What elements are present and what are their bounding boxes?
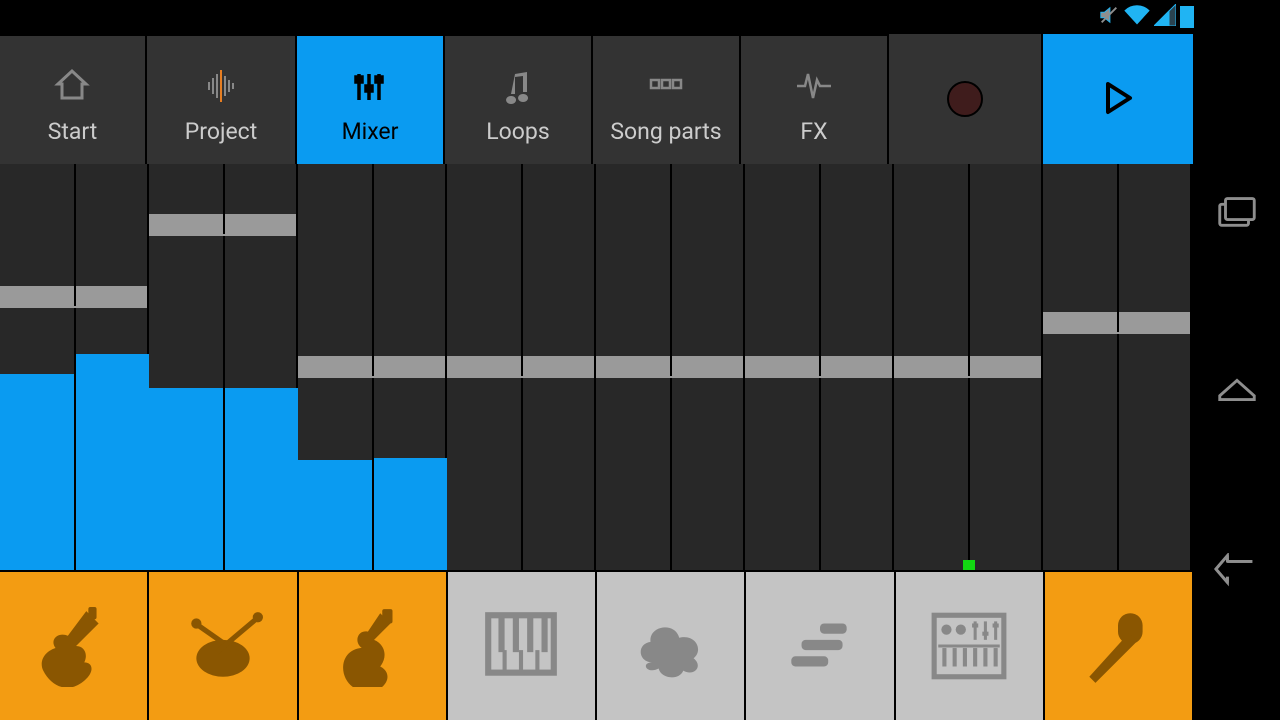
- fader-handle[interactable]: [894, 356, 1041, 378]
- mixer-track-1[interactable]: [0, 164, 149, 570]
- tab-mixer[interactable]: Mixer: [297, 34, 445, 164]
- tab-fx[interactable]: FX: [741, 34, 889, 164]
- instrument-cloud[interactable]: [597, 570, 746, 720]
- recent-apps-button[interactable]: [1213, 190, 1261, 230]
- synth-icon: [928, 605, 1010, 687]
- home-icon: [54, 56, 92, 116]
- record-icon: [947, 81, 983, 117]
- tab-label: Song parts: [610, 118, 721, 145]
- electric-guitar-icon: [33, 605, 115, 687]
- fader-handle[interactable]: [149, 214, 296, 236]
- level-bar: [149, 388, 223, 570]
- mute-icon: [1098, 4, 1120, 30]
- fader-handle[interactable]: [447, 356, 594, 378]
- mixer-track-2[interactable]: [149, 164, 298, 570]
- tab-label: Loops: [486, 118, 549, 145]
- instrument-electric-guitar[interactable]: [0, 570, 149, 720]
- acoustic-guitar-icon: [331, 605, 413, 687]
- drums-icon: [182, 605, 264, 687]
- mic-icon: [1077, 605, 1159, 687]
- instrument-sequence[interactable]: [746, 570, 895, 720]
- blocks-icon: [647, 56, 685, 116]
- mixer-track-4[interactable]: [447, 164, 596, 570]
- fader-handle[interactable]: [596, 356, 743, 378]
- tab-song-parts[interactable]: Song parts: [593, 34, 741, 164]
- mixer-track-3[interactable]: [298, 164, 447, 570]
- mixer-area: [0, 164, 1194, 570]
- pulse-icon: [795, 56, 833, 116]
- instrument-acoustic-guitar[interactable]: [299, 570, 448, 720]
- battery-icon: [1180, 6, 1194, 28]
- tab-label: Project: [185, 118, 257, 145]
- mixer-track-6[interactable]: [745, 164, 894, 570]
- main-toolbar: Start Project Mixer Loops Song parts FX: [0, 34, 1194, 164]
- fader-handle[interactable]: [298, 356, 445, 378]
- piano-icon: [480, 605, 562, 687]
- fader-handle[interactable]: [745, 356, 892, 378]
- instrument-row: [0, 570, 1194, 720]
- back-button[interactable]: [1213, 550, 1261, 590]
- level-bar: [225, 388, 299, 570]
- tab-label: Mixer: [342, 118, 399, 145]
- tab-project[interactable]: Project: [147, 34, 297, 164]
- mixer-track-8[interactable]: [1043, 164, 1192, 570]
- signal-icon: [1154, 4, 1176, 30]
- wifi-icon: [1124, 4, 1150, 30]
- instrument-synth[interactable]: [896, 570, 1045, 720]
- note-icon: [499, 56, 537, 116]
- instrument-mic[interactable]: [1045, 570, 1194, 720]
- cloud-icon: [630, 605, 712, 687]
- wave-icon: [202, 56, 240, 116]
- level-bar: [76, 354, 150, 570]
- level-bar: [0, 374, 74, 570]
- mixer-track-7[interactable]: [894, 164, 1043, 570]
- mixer-track-5[interactable]: [596, 164, 745, 570]
- status-bar: 09:46: [0, 0, 1280, 34]
- tab-label: FX: [800, 118, 827, 145]
- sliders-icon: [351, 56, 389, 116]
- record-button[interactable]: [889, 34, 1043, 164]
- fader-handle[interactable]: [1043, 312, 1190, 334]
- home-button[interactable]: [1213, 370, 1261, 410]
- play-icon: [1098, 80, 1138, 118]
- tab-label: Start: [48, 118, 98, 145]
- instrument-piano[interactable]: [448, 570, 597, 720]
- level-bar: [298, 460, 372, 570]
- tab-start[interactable]: Start: [0, 34, 147, 164]
- play-button[interactable]: [1043, 34, 1193, 164]
- android-nav-rail: [1194, 0, 1280, 720]
- level-bar: [374, 458, 448, 570]
- fader-handle[interactable]: [0, 286, 147, 308]
- instrument-drums[interactable]: [149, 570, 298, 720]
- tab-loops[interactable]: Loops: [445, 34, 593, 164]
- sequence-icon: [779, 605, 861, 687]
